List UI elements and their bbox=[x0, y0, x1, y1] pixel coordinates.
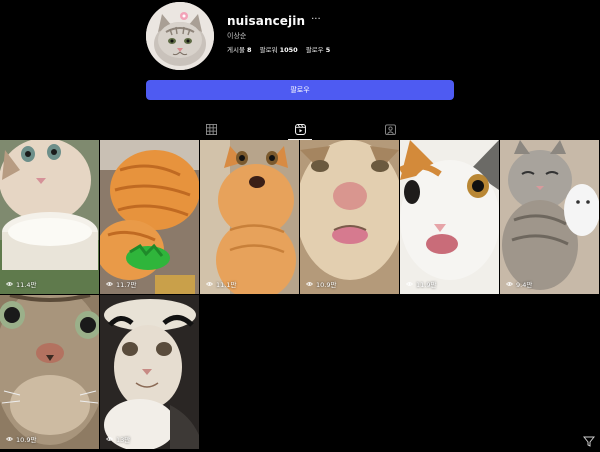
eye-icon bbox=[6, 282, 13, 286]
eye-icon bbox=[306, 282, 313, 286]
profile-page: nuisancejin ··· 이상순 게시물 8 팔로워 1050 팔로우 5… bbox=[0, 0, 600, 452]
cat-avatar-image bbox=[146, 2, 214, 70]
reel-thumbnail bbox=[200, 140, 299, 294]
real-name: 이상순 bbox=[227, 32, 247, 40]
profile-stats: 게시물 8 팔로워 1050 팔로우 5 bbox=[227, 44, 330, 54]
reel-tile[interactable]: 11.4만 bbox=[0, 140, 99, 294]
following-label: 팔로우 bbox=[305, 46, 324, 54]
posts-label: 게시물 bbox=[227, 46, 245, 54]
username-row: nuisancejin ··· bbox=[227, 14, 321, 28]
eye-icon bbox=[206, 282, 213, 286]
profile-tabs bbox=[0, 118, 600, 140]
view-count-text: 11.1만 bbox=[216, 281, 237, 289]
reel-thumbnail bbox=[100, 295, 199, 449]
followers-stat[interactable]: 팔로워 1050 bbox=[260, 44, 298, 54]
view-count-text: 10.9만 bbox=[316, 281, 337, 289]
reel-thumbnail bbox=[500, 140, 599, 294]
reel-thumbnail bbox=[0, 295, 99, 449]
view-count-text: 10.9만 bbox=[16, 436, 37, 444]
view-count-text: 11.9만 bbox=[416, 281, 437, 289]
reel-tile[interactable]: 11.7만 bbox=[100, 140, 199, 294]
followers-count: 1050 bbox=[279, 46, 298, 54]
tab-tagged[interactable] bbox=[370, 118, 410, 140]
tab-posts[interactable] bbox=[191, 118, 231, 140]
reel-tile[interactable]: 10.9만 bbox=[0, 295, 99, 449]
filter-icon[interactable] bbox=[583, 435, 595, 447]
eye-icon bbox=[106, 282, 113, 286]
profile-avatar[interactable] bbox=[146, 2, 214, 70]
following-stat[interactable]: 팔로우 5 bbox=[306, 44, 331, 54]
view-count-text: 9.4만 bbox=[516, 281, 533, 289]
more-options-icon[interactable]: ··· bbox=[311, 14, 321, 25]
tab-reels[interactable] bbox=[280, 118, 320, 140]
eye-icon bbox=[506, 282, 513, 286]
reel-tile[interactable]: 11.9만 bbox=[400, 140, 499, 294]
followers-label: 팔로워 bbox=[259, 46, 278, 54]
tagged-icon bbox=[384, 123, 396, 135]
username: nuisancejin bbox=[227, 14, 306, 28]
view-count: 9.4만 bbox=[506, 279, 532, 289]
eye-icon bbox=[6, 437, 13, 441]
reel-tile[interactable]: 9.4만 bbox=[500, 140, 599, 294]
follow-button[interactable]: 팔로우 bbox=[146, 80, 454, 100]
grid-icon bbox=[205, 123, 217, 135]
view-count: 11.9만 bbox=[406, 279, 436, 289]
eye-icon bbox=[106, 437, 113, 441]
posts-count: 8 bbox=[247, 46, 252, 54]
view-count: 11.4만 bbox=[6, 279, 36, 289]
reel-tile[interactable]: 10.9만 bbox=[300, 140, 399, 294]
view-count: 11.7만 bbox=[106, 279, 136, 289]
view-count-text: 13만 bbox=[116, 436, 131, 444]
eye-icon bbox=[406, 282, 413, 286]
view-count: 13만 bbox=[106, 434, 130, 444]
reel-thumbnail bbox=[0, 140, 99, 294]
view-count-text: 11.4만 bbox=[16, 281, 37, 289]
view-count: 10.9만 bbox=[306, 279, 336, 289]
reel-tile[interactable]: 13만 bbox=[100, 295, 199, 449]
view-count-text: 11.7만 bbox=[116, 281, 137, 289]
reels-icon bbox=[294, 123, 306, 135]
reel-thumbnail bbox=[300, 140, 399, 294]
reel-thumbnail bbox=[400, 140, 499, 294]
reel-thumbnail bbox=[100, 140, 199, 294]
following-count: 5 bbox=[325, 46, 331, 54]
view-count: 11.1만 bbox=[206, 279, 236, 289]
posts-stat: 게시물 8 bbox=[227, 44, 252, 54]
view-count: 10.9만 bbox=[6, 434, 36, 444]
reel-tile[interactable]: 11.1만 bbox=[200, 140, 299, 294]
